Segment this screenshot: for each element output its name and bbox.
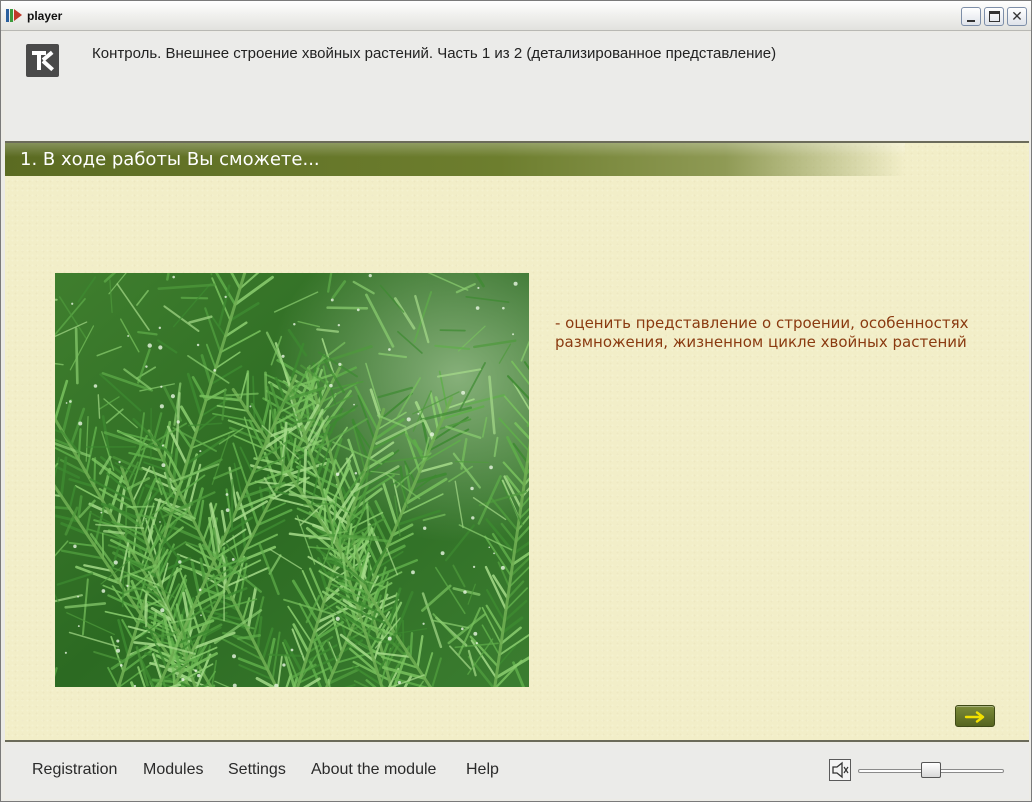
- app-icon: [6, 8, 22, 24]
- conifer-photo: [55, 273, 529, 687]
- objective-text: - оценить представление о строении, особ…: [555, 314, 969, 351]
- maximize-button[interactable]: [984, 7, 1004, 26]
- maximize-icon: [989, 11, 1000, 22]
- content-area: 1. В ходе работы Вы сможете... - оценить…: [5, 141, 1029, 742]
- menu-settings[interactable]: Settings: [228, 761, 286, 779]
- menu-registration[interactable]: Registration: [32, 761, 117, 779]
- tk-logo-icon: [26, 44, 59, 77]
- volume-slider-thumb[interactable]: [921, 762, 941, 778]
- module-header: Контроль. Внешнее строение хвойных расте…: [5, 32, 1029, 140]
- footer-bar: Registration Modules Settings About the …: [5, 744, 1029, 799]
- section-title: 1. В ходе работы Вы сможете...: [20, 149, 320, 170]
- minimize-icon: [967, 20, 975, 22]
- section-banner: 1. В ходе работы Вы сможете...: [5, 143, 905, 176]
- window-title: player: [27, 9, 63, 23]
- menu-help[interactable]: Help: [466, 761, 499, 779]
- player-window: player ✕ Контроль. Внешнее строение хвой…: [0, 0, 1032, 802]
- menu-modules[interactable]: Modules: [143, 761, 203, 779]
- arrow-right-icon: [964, 711, 985, 723]
- close-button[interactable]: ✕: [1007, 7, 1027, 26]
- speaker-icon: [832, 761, 849, 779]
- title-bar[interactable]: player ✕: [1, 1, 1031, 31]
- sound-button[interactable]: [829, 759, 851, 781]
- minimize-button[interactable]: [961, 7, 981, 26]
- menu-about-module[interactable]: About the module: [311, 761, 436, 779]
- next-button[interactable]: [955, 705, 995, 727]
- close-icon: ✕: [1011, 8, 1023, 24]
- module-title: Контроль. Внешнее строение хвойных расте…: [92, 45, 777, 62]
